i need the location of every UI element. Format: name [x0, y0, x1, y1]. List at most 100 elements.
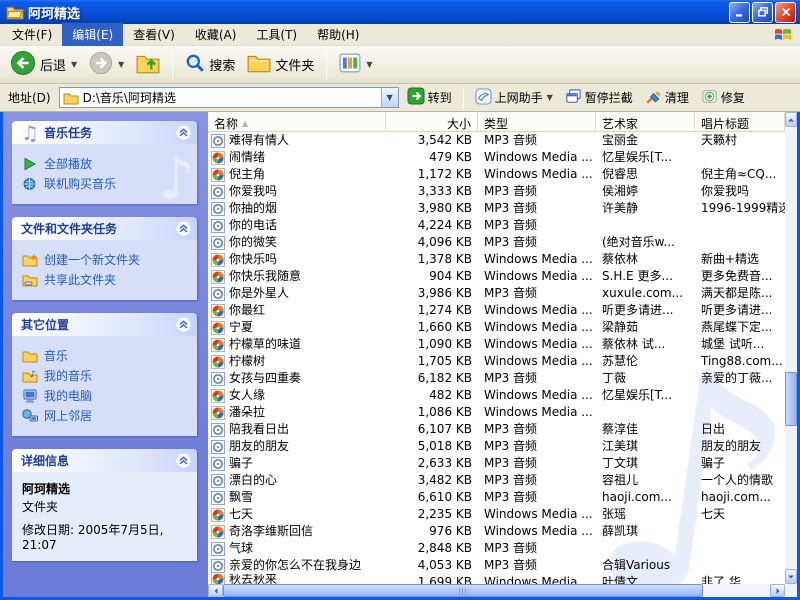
minimize-button[interactable]	[729, 2, 750, 23]
file-row[interactable]: 你抽的烟3,980 KBMP3 音频许美静1996-1999精选	[208, 200, 785, 217]
task-item-play-all[interactable]: 全部播放	[22, 155, 193, 172]
file-album	[695, 404, 785, 421]
scroll-down-button[interactable]	[785, 569, 797, 584]
vertical-scrollbar[interactable]	[785, 112, 797, 584]
file-type: MP3 音频	[478, 421, 596, 438]
file-type: Windows Media ...	[478, 387, 596, 404]
menu-item-view[interactable]: 查看(V)	[123, 23, 185, 46]
file-row[interactable]: 朋友的朋友5,018 KBMP3 音频江美琪朋友的朋友	[208, 438, 785, 455]
file-size: 1,378 KB	[386, 251, 478, 268]
file-row[interactable]: 闹情绪479 KBWindows Media ...忆星娱乐[T...	[208, 149, 785, 166]
close-button[interactable]	[775, 2, 796, 23]
column-header-size[interactable]: 大小	[386, 112, 478, 131]
column-header-name[interactable]: 名称▲	[208, 112, 386, 131]
file-row[interactable]: 女孩与四重奏6,182 KBMP3 音频丁薇亲爱的丁薇...	[208, 370, 785, 387]
file-row[interactable]: 秋去秋来1,699 KBWindows Media ...叶倩文非了 华	[208, 574, 785, 584]
file-row[interactable]: 你快乐我随意904 KBWindows Media ...S.H.E 更多...…	[208, 268, 785, 285]
file-row[interactable]: 亲爱的你怎么不在我身边4,053 KBMP3 音频合辑Various	[208, 557, 785, 574]
menu-item-edit[interactable]: 编辑(E)	[62, 23, 123, 46]
file-name: 柠檬树	[229, 353, 265, 370]
file-row[interactable]: 你爱我吗3,333 KBMP3 音频侯湘婷你爱我吗	[208, 183, 785, 200]
repair-button[interactable]: 修复	[697, 87, 749, 109]
file-row[interactable]: 漂白的心3,482 KBMP3 音频容祖儿一个人的情歌	[208, 472, 785, 489]
horizontal-scroll-thumb[interactable]	[223, 584, 703, 597]
back-button[interactable]: 后退 ▼	[6, 48, 81, 81]
file-name: 骗子	[229, 455, 253, 472]
search-button[interactable]: 搜索	[181, 51, 239, 78]
file-row[interactable]: 飘雪6,610 KBMP3 音频haoji.com...haoji.com...	[208, 489, 785, 506]
file-album: 一个人的情歌	[695, 472, 785, 489]
file-row[interactable]: 七天2,235 KBWindows Media ...张瑶七天	[208, 506, 785, 523]
folders-button[interactable]: 文件夹	[243, 51, 318, 78]
file-row[interactable]: 你最红1,274 KBWindows Media ...听更多请进...听更多请…	[208, 302, 785, 319]
panel-header-details[interactable]: 详细信息	[12, 449, 197, 472]
up-button[interactable]	[132, 50, 164, 79]
address-input[interactable]: D:\音乐\阿珂精选 ▼	[59, 87, 399, 108]
go-button[interactable]: 转到	[403, 86, 456, 109]
views-button[interactable]: ▼	[335, 51, 376, 78]
file-row[interactable]: 陪我看日出6,107 KBMP3 音频蔡淳佳日出	[208, 421, 785, 438]
task-item-label: 网上邻居	[44, 407, 92, 424]
file-row[interactable]: 你的微笑4,096 KBMP3 音频(绝对音乐w...	[208, 234, 785, 251]
file-row[interactable]: 倪主角1,172 KBWindows Media ...倪睿思倪主角≈CQ...	[208, 166, 785, 183]
file-row[interactable]: 柠檬草的味道1,090 KBWindows Media ...蔡依林 试...城…	[208, 336, 785, 353]
window-border	[0, 112, 3, 597]
pause-block-button[interactable]: 暂停拦截	[561, 87, 637, 109]
panel-header-other-places[interactable]: 其它位置	[12, 313, 197, 336]
panel-header-file-folder-tasks[interactable]: 文件和文件夹任务	[12, 217, 197, 240]
file-row[interactable]: 气球2,848 KBMP3 音频	[208, 540, 785, 557]
task-item-my-computer[interactable]: 我的电脑	[22, 387, 193, 404]
file-row[interactable]: 柠檬树1,705 KBWindows Media ...苏慧伦Ting88.co…	[208, 353, 785, 370]
restore-button[interactable]	[752, 2, 773, 23]
task-item-music[interactable]: 音乐	[22, 347, 193, 364]
file-row[interactable]: 女人缘482 KBWindows Media ...忆星娱乐[T...	[208, 387, 785, 404]
back-dropdown-icon[interactable]: ▼	[71, 60, 77, 69]
scroll-right-button[interactable]	[770, 584, 785, 597]
file-artist: 忆星娱乐[T...	[596, 149, 695, 166]
task-item-shop-online[interactable]: 联机购买音乐	[22, 175, 193, 192]
file-row[interactable]: 你是外星人3,986 KBMP3 音频xuxule.com...满天都是陈...	[208, 285, 785, 302]
task-item-label: 我的电脑	[44, 387, 92, 404]
file-row[interactable]: 难得有情人3,542 KBMP3 音频宝丽金天籁村	[208, 132, 785, 149]
vertical-scroll-thumb[interactable]	[785, 372, 797, 426]
file-type: MP3 音频	[478, 557, 596, 574]
menu-item-file[interactable]: 文件(F)	[2, 23, 62, 46]
mp3-file-icon	[211, 559, 225, 573]
web-assistant-dropdown-icon[interactable]: ▼	[547, 93, 553, 102]
panel-header-music-tasks[interactable]: ♫音乐任务	[12, 121, 197, 144]
file-row[interactable]: 你快乐吗1,378 KBWindows Media ...蔡依林新曲+精选	[208, 251, 785, 268]
collapse-chevron-icon[interactable]	[175, 220, 192, 237]
file-type: MP3 音频	[478, 489, 596, 506]
task-item-new-folder[interactable]: 创建一个新文件夹	[22, 251, 193, 268]
menu-item-help[interactable]: 帮助(H)	[307, 23, 369, 46]
address-dropdown-button[interactable]: ▼	[381, 88, 398, 107]
file-type: Windows Media ...	[478, 149, 596, 166]
column-header-album[interactable]: 唱片标题	[695, 112, 785, 131]
collapse-chevron-icon[interactable]	[175, 316, 192, 333]
horizontal-scrollbar[interactable]	[208, 584, 785, 597]
file-row[interactable]: 骗子2,633 KBMP3 音频丁文琪骗子	[208, 455, 785, 472]
file-artist: 听更多请进...	[596, 302, 695, 319]
up-folder-icon	[136, 52, 160, 77]
task-item-my-music[interactable]: ♪我的音乐	[22, 367, 193, 384]
file-name-cell: 亲爱的你怎么不在我身边	[208, 557, 386, 574]
task-item-my-network[interactable]: 网上邻居	[22, 407, 193, 424]
menu-item-tools[interactable]: 工具(T)	[246, 23, 307, 46]
views-dropdown-icon[interactable]: ▼	[366, 60, 372, 69]
file-row[interactable]: 奇洛李维斯回信976 KBWindows Media ...薛凯琪	[208, 523, 785, 540]
collapse-chevron-icon[interactable]	[175, 452, 192, 469]
column-header-artist[interactable]: 艺术家	[596, 112, 695, 131]
file-row[interactable]: 你的电话4,224 KBMP3 音频	[208, 217, 785, 234]
scroll-up-button[interactable]	[785, 112, 797, 127]
file-row[interactable]: 宁夏1,660 KBWindows Media ...梁静茹燕尾蝶下定...	[208, 319, 785, 336]
forward-dropdown-icon[interactable]: ▼	[118, 60, 124, 69]
menu-item-favorites[interactable]: 收藏(A)	[185, 23, 247, 46]
clean-button[interactable]: 清理	[641, 87, 693, 109]
forward-button[interactable]: ▼	[85, 49, 128, 80]
collapse-chevron-icon[interactable]	[175, 124, 192, 141]
task-item-share-folder[interactable]: 共享此文件夹	[22, 271, 193, 288]
scroll-left-button[interactable]	[208, 584, 223, 597]
column-header-type[interactable]: 类型	[478, 112, 596, 131]
file-row[interactable]: 潘朵拉1,086 KBWindows Media ...	[208, 404, 785, 421]
web-assistant-button[interactable]: 上网助手 ▼	[471, 87, 557, 109]
